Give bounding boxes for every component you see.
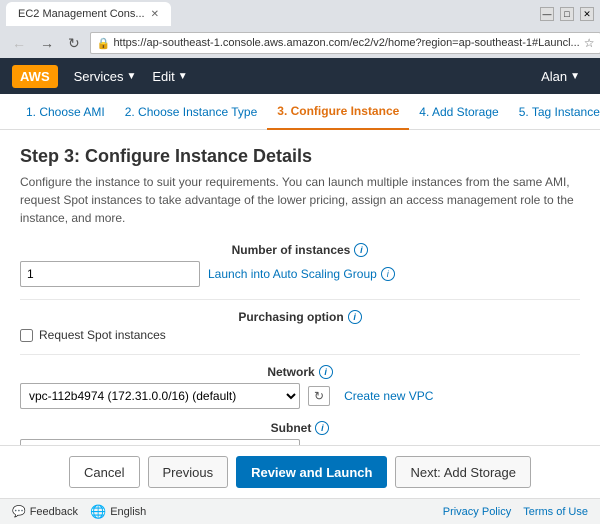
feedback-item[interactable]: 💬 Feedback xyxy=(12,505,78,518)
purchasing-checkbox-row: Request Spot instances xyxy=(20,328,580,342)
divider-1 xyxy=(20,299,580,300)
page-title: Step 3: Configure Instance Details xyxy=(20,146,580,167)
close-button[interactable]: ✕ xyxy=(580,7,594,21)
services-caret-icon: ▼ xyxy=(126,71,136,82)
launch-auto-scaling-link[interactable]: Launch into Auto Scaling Group i xyxy=(208,267,395,281)
num-instances-label-row: Number of instances i xyxy=(20,243,580,257)
forward-button[interactable]: → xyxy=(36,33,58,53)
request-spot-checkbox-label[interactable]: Request Spot instances xyxy=(20,328,166,342)
address-bar: ← → ↻ 🔒 https://ap-southeast-1.console.a… xyxy=(0,28,600,58)
step-1[interactable]: 1. Choose AMI xyxy=(16,94,115,130)
aws-logo[interactable]: AWS xyxy=(12,65,58,88)
num-instances-input[interactable] xyxy=(20,261,200,287)
language-item[interactable]: 🌐 English xyxy=(90,504,146,520)
next-button[interactable]: Next: Add Storage xyxy=(395,456,531,488)
terms-of-use-link[interactable]: Terms of Use xyxy=(523,506,588,518)
purchasing-info-icon[interactable]: i xyxy=(348,310,362,324)
cancel-button[interactable]: Cancel xyxy=(69,456,139,488)
purchasing-label: Purchasing option xyxy=(238,310,343,324)
back-button[interactable]: ← xyxy=(8,33,30,53)
language-label: English xyxy=(110,506,146,518)
privacy-policy-link[interactable]: Privacy Policy xyxy=(443,506,511,518)
minimize-button[interactable]: — xyxy=(540,7,554,21)
network-refresh-button[interactable]: ↻ xyxy=(308,386,330,406)
edit-label: Edit xyxy=(152,69,174,84)
edit-menu[interactable]: Edit ▼ xyxy=(144,58,195,94)
feedback-icon: 💬 xyxy=(12,505,26,518)
request-spot-checkbox[interactable] xyxy=(20,329,33,342)
review-launch-button[interactable]: Review and Launch xyxy=(236,456,387,488)
subnet-label-row: Subnet i xyxy=(20,421,580,435)
bottom-button-bar: Cancel Previous Review and Launch Next: … xyxy=(0,445,600,498)
tab-close-icon[interactable]: ✕ xyxy=(151,9,159,20)
address-input[interactable]: 🔒 https://ap-southeast-1.console.aws.ama… xyxy=(90,32,600,54)
window-controls: — □ ✕ xyxy=(540,7,594,21)
num-instances-input-row: Launch into Auto Scaling Group i xyxy=(20,261,580,287)
aws-navigation: AWS Services ▼ Edit ▼ Alan ▼ xyxy=(0,58,600,94)
num-instances-label: Number of instances xyxy=(232,243,351,257)
purchasing-option-section: Purchasing option i Request Spot instanc… xyxy=(20,310,580,342)
user-menu[interactable]: Alan ▼ xyxy=(533,58,588,94)
footer-right: Privacy Policy Terms of Use xyxy=(443,506,588,518)
previous-button[interactable]: Previous xyxy=(148,456,229,488)
request-spot-label: Request Spot instances xyxy=(39,328,166,342)
network-select[interactable]: vpc-112b4974 (172.31.0.0/16) (default) xyxy=(20,383,300,409)
maximize-button[interactable]: □ xyxy=(560,7,574,21)
globe-icon: 🌐 xyxy=(90,504,106,520)
lock-icon: 🔒 xyxy=(97,37,111,50)
services-label: Services xyxy=(74,69,124,84)
subnet-section: Subnet i No preference (default subnet i… xyxy=(20,421,580,445)
refresh-button[interactable]: ↻ xyxy=(64,33,84,54)
browser-tab[interactable]: EC2 Management Cons... ✕ xyxy=(6,2,171,26)
num-instances-info-icon[interactable]: i xyxy=(354,243,368,257)
network-label-row: Network i xyxy=(20,365,580,379)
auto-scaling-info-icon[interactable]: i xyxy=(381,267,395,281)
edit-caret-icon: ▼ xyxy=(178,71,188,82)
step-2[interactable]: 2. Choose Instance Type xyxy=(115,94,268,130)
bookmark-icon[interactable]: ☆ xyxy=(584,36,595,50)
tab-title: EC2 Management Cons... xyxy=(18,8,145,20)
network-info-icon[interactable]: i xyxy=(319,365,333,379)
subnet-label: Subnet xyxy=(271,421,312,435)
main-content: Step 3: Configure Instance Details Confi… xyxy=(0,130,600,445)
network-label: Network xyxy=(267,365,314,379)
step-4[interactable]: 4. Add Storage xyxy=(409,94,508,130)
browser-chrome: EC2 Management Cons... ✕ — □ ✕ ← → ↻ 🔒 h… xyxy=(0,0,600,58)
page-description: Configure the instance to suit your requ… xyxy=(20,173,580,227)
subnet-info-icon[interactable]: i xyxy=(315,421,329,435)
purchasing-label-row: Purchasing option i xyxy=(20,310,580,324)
title-bar: EC2 Management Cons... ✕ — □ ✕ xyxy=(0,0,600,28)
url-text: https://ap-southeast-1.console.aws.amazo… xyxy=(113,37,579,49)
user-caret-icon: ▼ xyxy=(570,71,580,82)
divider-2 xyxy=(20,354,580,355)
create-vpc-link[interactable]: Create new VPC xyxy=(344,389,433,403)
footer-left: 💬 Feedback 🌐 English xyxy=(12,504,146,520)
footer: 💬 Feedback 🌐 English Privacy Policy Term… xyxy=(0,498,600,524)
user-label: Alan xyxy=(541,69,567,84)
num-instances-section: Number of instances i Launch into Auto S… xyxy=(20,243,580,287)
feedback-label: Feedback xyxy=(30,506,78,518)
services-menu[interactable]: Services ▼ xyxy=(66,58,145,94)
step-navigation: 1. Choose AMI 2. Choose Instance Type 3.… xyxy=(0,94,600,130)
step-3[interactable]: 3. Configure Instance xyxy=(267,94,409,130)
step-5[interactable]: 5. Tag Instance xyxy=(509,94,600,130)
network-section: Network i vpc-112b4974 (172.31.0.0/16) (… xyxy=(20,365,580,409)
network-input-row: vpc-112b4974 (172.31.0.0/16) (default) ↻… xyxy=(20,383,580,409)
